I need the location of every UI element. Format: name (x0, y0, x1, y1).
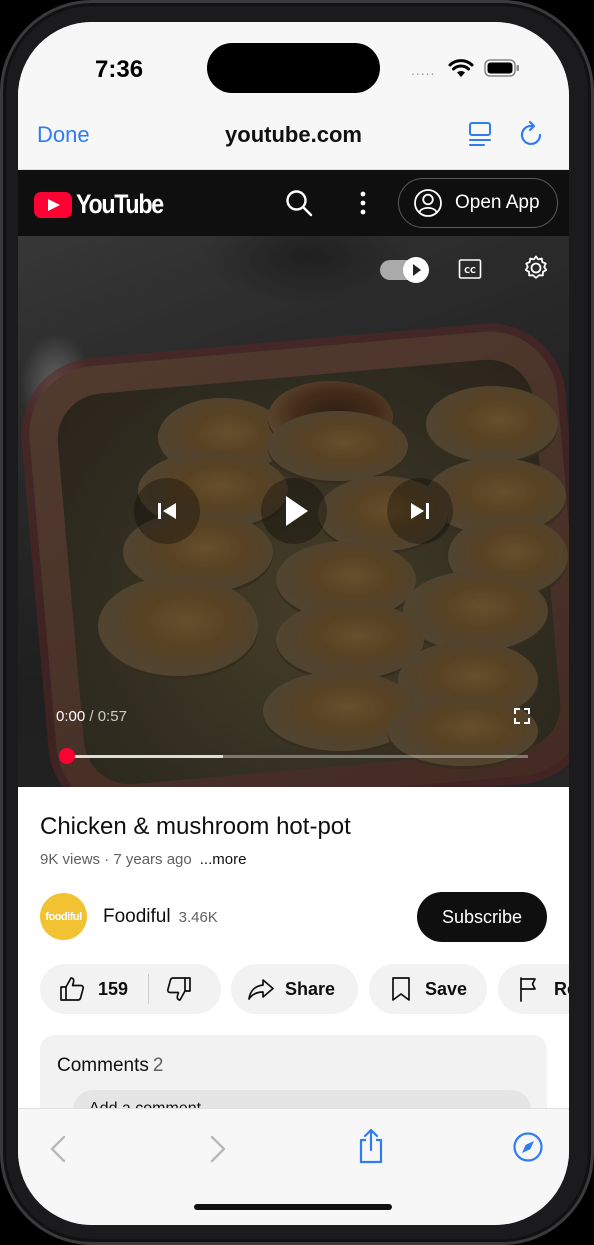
thumbs-down-icon[interactable] (165, 975, 193, 1003)
screen: 7:36 ..... Done youtube.com YouTube Open… (18, 22, 569, 1225)
open-app-button[interactable]: Open App (398, 178, 558, 228)
closed-captions-icon[interactable]: CC (458, 258, 482, 280)
time-separator: / (85, 708, 98, 725)
open-app-label: Open App (455, 192, 540, 213)
fullscreen-icon[interactable] (512, 706, 532, 726)
dynamic-island (207, 43, 380, 93)
forward-chevron-icon[interactable] (208, 1134, 228, 1164)
signal-dots-icon: ..... (411, 62, 436, 78)
wifi-icon (448, 59, 474, 77)
safari-header: Done youtube.com (18, 114, 569, 170)
more-link[interactable]: ...more (200, 851, 247, 868)
back-chevron-icon[interactable] (48, 1134, 68, 1164)
next-video-button[interactable] (387, 478, 453, 544)
comments-count: 2 (152, 1055, 164, 1076)
like-dislike-group: 159 (40, 964, 221, 1014)
channel-name: Foodiful (103, 906, 171, 927)
channel-avatar[interactable]: foodiful (40, 893, 87, 940)
reload-icon[interactable] (519, 120, 545, 148)
buffered-progress (66, 755, 224, 758)
youtube-logo[interactable]: YouTube (34, 189, 177, 220)
svg-text:CC: CC (464, 266, 476, 275)
done-button[interactable]: Done (37, 122, 90, 148)
status-bar: 7:36 ..... (18, 22, 569, 114)
share-label: Share (285, 978, 336, 999)
like-button[interactable]: 159 (40, 975, 128, 1003)
share-button[interactable]: Share (231, 964, 358, 1014)
save-label: Save (425, 978, 468, 999)
home-indicator[interactable] (194, 1204, 392, 1210)
channel-avatar-logo: foodiful (45, 910, 82, 923)
more-options-icon[interactable] (358, 190, 368, 216)
video-title: Chicken & mushroom hot-pot (40, 813, 351, 840)
settings-gear-icon[interactable] (522, 254, 550, 282)
previous-video-button[interactable] (134, 478, 200, 544)
video-info: Chicken & mushroom hot-pot 9K views · 7 … (18, 787, 569, 1155)
video-player[interactable]: CC 0:00 / 0:57 (18, 236, 569, 787)
compass-icon[interactable] (512, 1131, 544, 1163)
views-and-age: 9K views · 7 years ago (40, 851, 192, 868)
flag-icon (520, 977, 536, 1002)
subscriber-count: 3.46K (178, 909, 218, 926)
safari-toolbar (18, 1108, 569, 1225)
share-sheet-icon[interactable] (356, 1127, 386, 1165)
progress-bar[interactable] (66, 755, 528, 758)
comments-header: Comments 2 (57, 1055, 163, 1077)
time-readout: 0:00 / 0:57 (56, 708, 127, 725)
report-label: Re (554, 978, 569, 999)
skip-next-icon (411, 503, 429, 519)
play-button[interactable] (261, 478, 327, 544)
channel-info[interactable]: Foodiful 3.46K (103, 906, 218, 928)
account-icon (414, 189, 442, 217)
phone-frame: 7:36 ..... Done youtube.com YouTube Open… (0, 0, 594, 1245)
autoplay-knob (403, 257, 429, 283)
battery-icon (484, 59, 519, 77)
comments-title: Comments (57, 1055, 149, 1076)
save-button[interactable]: Save (369, 964, 487, 1014)
status-time: 7:36 (95, 56, 144, 83)
video-meta[interactable]: 9K views · 7 years ago ...more (40, 851, 246, 868)
play-icon (286, 496, 308, 526)
report-button[interactable]: Re (498, 964, 569, 1014)
like-divider (148, 974, 150, 1004)
youtube-play-logo-icon (34, 191, 72, 218)
share-arrow-icon (248, 979, 274, 1000)
bookmark-icon (392, 977, 410, 1001)
youtube-header: YouTube Open App (18, 170, 569, 236)
like-count: 159 (98, 978, 129, 999)
youtube-logo-text: YouTube (76, 189, 164, 219)
subscribe-button[interactable]: Subscribe (417, 892, 547, 942)
autoplay-toggle[interactable] (380, 257, 429, 283)
skip-previous-icon (158, 503, 176, 519)
reader-mode-icon[interactable] (468, 120, 492, 148)
current-time: 0:00 (56, 708, 86, 725)
search-icon[interactable] (284, 188, 314, 218)
thumbs-up-icon (60, 977, 85, 1001)
scrubber-handle[interactable] (59, 748, 75, 764)
duration: 0:57 (97, 708, 127, 725)
